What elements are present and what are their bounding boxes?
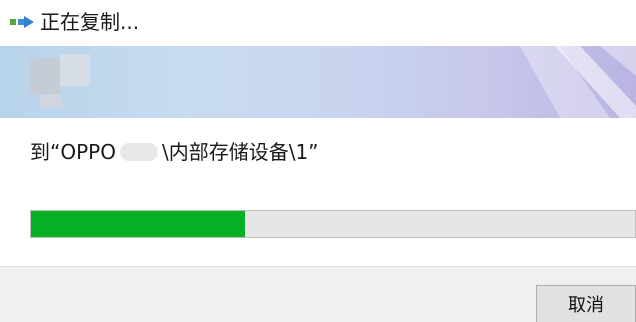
window-title: 正在复制... bbox=[40, 10, 140, 34]
destination-suffix: \内部存储设备\1” bbox=[161, 140, 319, 164]
destination-prefix: 到“OPPO bbox=[30, 140, 116, 164]
redacted-thumbnail bbox=[40, 94, 62, 108]
title-bar: 正在复制... bbox=[0, 0, 636, 44]
redacted-thumbnail bbox=[30, 58, 60, 94]
redacted-thumbnail bbox=[60, 54, 90, 86]
redacted-device-name bbox=[119, 143, 158, 161]
copy-progress-dialog: 正在复制... 到“OPPO \内部存储设备\1” 取消 bbox=[0, 0, 636, 322]
cancel-button[interactable]: 取消 bbox=[536, 285, 636, 322]
destination-label: 到“OPPO \内部存储设备\1” bbox=[30, 138, 319, 166]
progress-bar-fill bbox=[31, 211, 246, 237]
copy-arrow-icon bbox=[10, 16, 34, 28]
progress-banner bbox=[0, 46, 636, 118]
dialog-footer: 取消 bbox=[0, 266, 636, 322]
progress-bar bbox=[30, 210, 636, 238]
